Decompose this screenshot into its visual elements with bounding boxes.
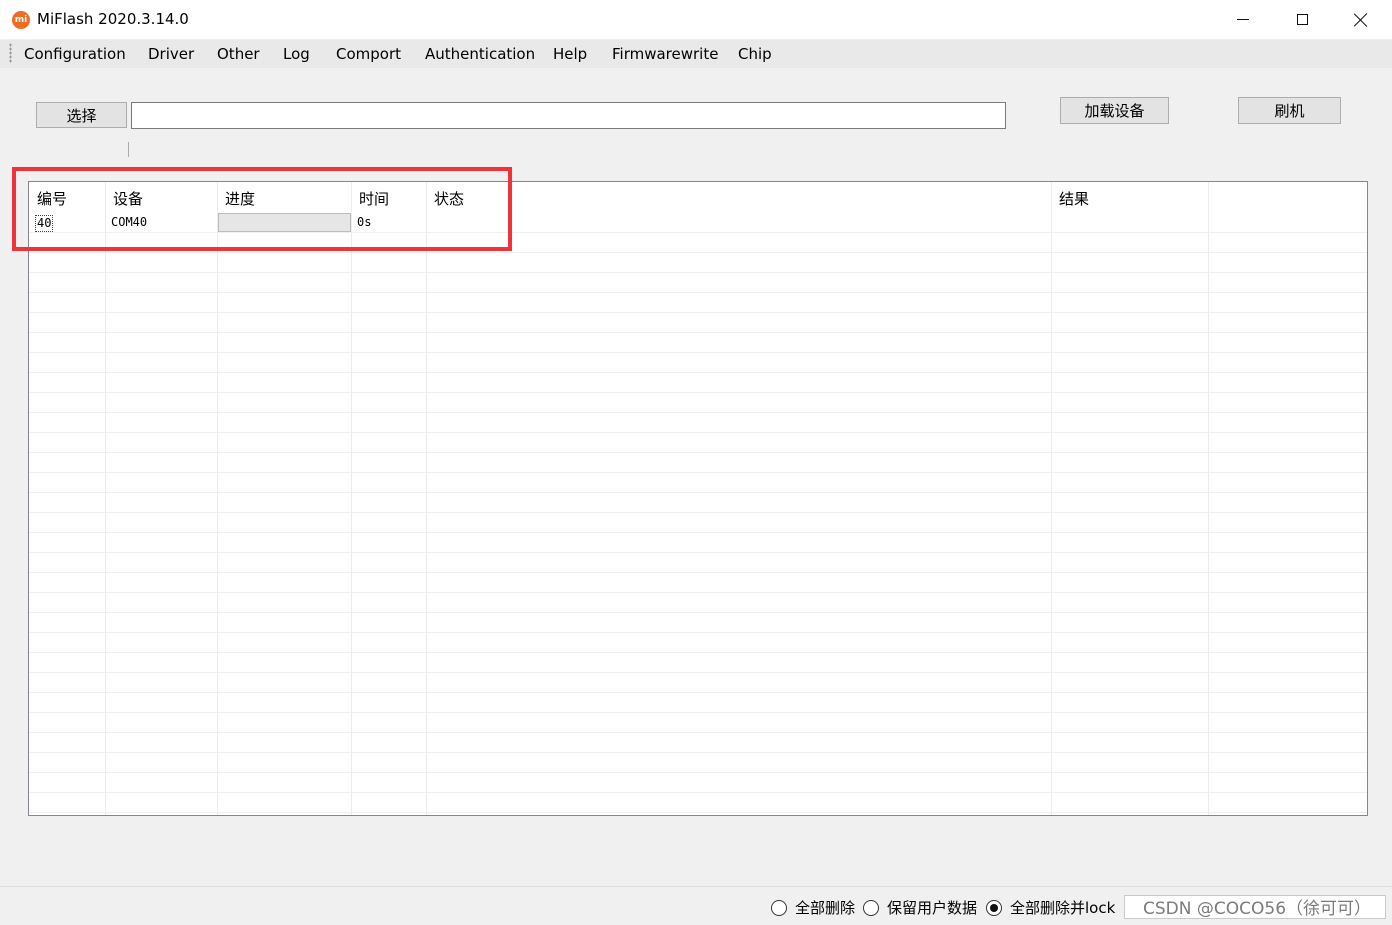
title-bar: mi MiFlash 2020.3.14.0	[0, 0, 1392, 39]
radio-clean-all[interactable]	[771, 900, 787, 916]
grid-row-line	[29, 392, 1367, 393]
grid-row-line	[29, 452, 1367, 453]
grid-row-line	[29, 332, 1367, 333]
grid-column-line	[217, 182, 218, 815]
column-header-result[interactable]: 结果	[1051, 182, 1208, 212]
grid-row-line	[29, 752, 1367, 753]
radio-clean-all-and-lock[interactable]	[986, 900, 1002, 916]
menu-authentication[interactable]: Authentication	[425, 45, 535, 63]
grid-row-line	[29, 632, 1367, 633]
grid-row-line	[29, 692, 1367, 693]
grid-row-line	[29, 712, 1367, 713]
grid-column-line	[426, 182, 427, 815]
grid-row-line	[29, 272, 1367, 273]
menu-comport[interactable]: Comport	[336, 45, 401, 63]
menu-configuration[interactable]: Configuration	[24, 45, 126, 63]
grid-row-line	[29, 732, 1367, 733]
menu-chip[interactable]: Chip	[738, 45, 772, 63]
grid-row-line	[29, 432, 1367, 433]
mi-logo-icon: mi	[12, 11, 30, 29]
radio-clean-all-label[interactable]: 全部删除	[795, 897, 855, 918]
grid-row-line	[29, 612, 1367, 613]
grid-row-line	[29, 772, 1367, 773]
load-devices-button[interactable]: 加载设备	[1060, 97, 1169, 124]
grid-row-line	[29, 412, 1367, 413]
grid-row-line	[29, 492, 1367, 493]
grid-column-line	[1051, 182, 1052, 815]
menu-log[interactable]: Log	[283, 45, 310, 63]
grid-row-line	[29, 672, 1367, 673]
minimize-button[interactable]	[1220, 0, 1266, 39]
column-header-status[interactable]: 状态	[426, 182, 1051, 212]
menu-grip-icon[interactable]	[9, 43, 12, 63]
rom-path-input[interactable]	[131, 102, 1006, 129]
grid-row-line	[29, 472, 1367, 473]
grid-row-line	[29, 352, 1367, 353]
grid-row-line	[29, 372, 1367, 373]
red-highlight-box	[12, 167, 512, 251]
grid-row-line	[29, 312, 1367, 313]
grid-row-line	[29, 572, 1367, 573]
flash-options-bar: 全部删除 保留用户数据 全部删除并lock CSDN @COCO56（徐可可）	[0, 886, 1392, 925]
select-button[interactable]: 选择	[36, 102, 127, 128]
minimize-icon	[1237, 19, 1249, 20]
grid-row-line	[29, 552, 1367, 553]
menu-help[interactable]: Help	[553, 45, 587, 63]
radio-save-user-data-label[interactable]: 保留用户数据	[887, 897, 977, 918]
maximize-icon	[1296, 14, 1308, 25]
grid-row-line	[29, 292, 1367, 293]
grid-row-line	[29, 792, 1367, 793]
radio-clean-all-and-lock-label[interactable]: 全部删除并lock	[1010, 897, 1115, 918]
radio-save-user-data[interactable]	[863, 900, 879, 916]
grid-row-line	[29, 652, 1367, 653]
grid-column-line	[351, 182, 352, 815]
path-cursor-divider	[128, 142, 129, 157]
grid-row-line	[29, 532, 1367, 533]
maximize-button[interactable]	[1279, 0, 1325, 39]
close-button[interactable]	[1338, 0, 1384, 39]
menu-bar: Configuration Driver Other Log Comport A…	[0, 40, 1392, 68]
close-icon	[1354, 13, 1368, 27]
csdn-watermark: CSDN @COCO56（徐可可）	[1143, 899, 1372, 919]
grid-column-line	[1208, 182, 1209, 815]
menu-driver[interactable]: Driver	[148, 45, 194, 63]
device-table[interactable]: 编号 设备 进度 时间 状态 结果 40 COM40 0s	[28, 181, 1368, 816]
window-title: MiFlash 2020.3.14.0	[37, 10, 189, 28]
grid-row-line	[29, 512, 1367, 513]
grid-row-line	[29, 812, 1367, 813]
grid-row-line	[29, 592, 1367, 593]
menu-firmwarewrite[interactable]: Firmwarewrite	[612, 45, 718, 63]
menu-other[interactable]: Other	[217, 45, 260, 63]
grid-row-line	[29, 252, 1367, 253]
flash-button[interactable]: 刷机	[1238, 97, 1341, 124]
grid-column-line	[105, 182, 106, 815]
